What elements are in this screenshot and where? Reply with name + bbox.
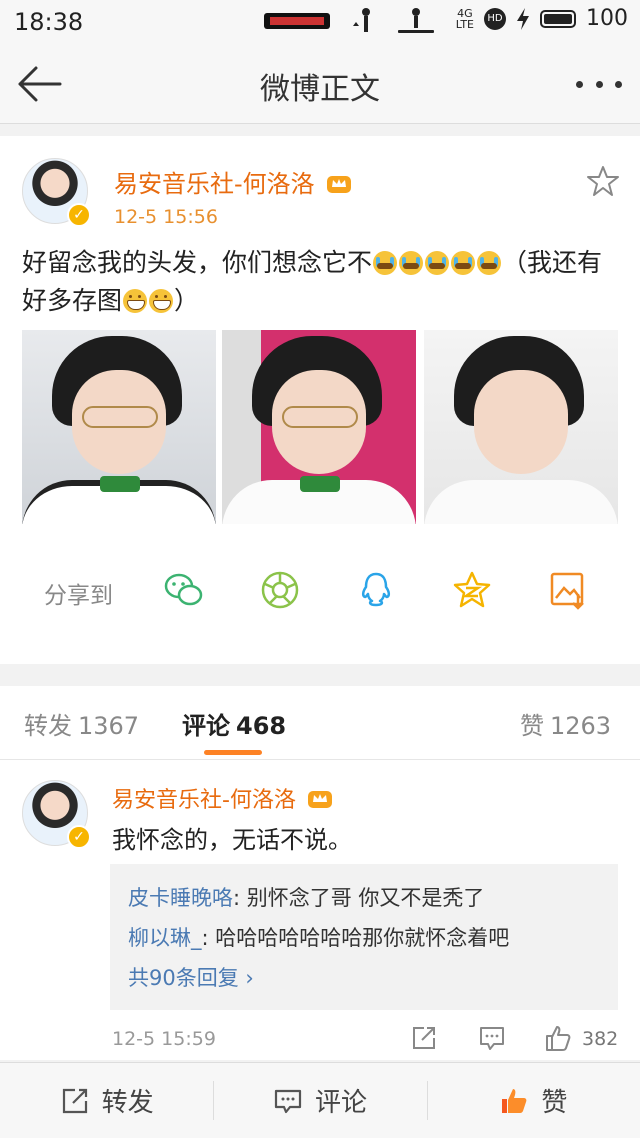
dot-icon xyxy=(576,80,583,88)
avatar[interactable]: ✓ xyxy=(22,780,91,849)
tab-comments[interactable]: 评论 468 xyxy=(182,706,286,741)
more-options-button[interactable] xyxy=(576,74,622,94)
network-indicator: 4G LTE xyxy=(455,6,474,31)
reply-item[interactable]: 皮卡睡晚咯: 别怀念了哥 你又不是秃了 xyxy=(128,878,600,918)
grinning-emoji-icon xyxy=(149,289,174,313)
crying-emoji-icon xyxy=(451,251,476,275)
favorite-star-icon[interactable] xyxy=(586,164,620,198)
crying-emoji-icon xyxy=(425,251,450,275)
figure-icon xyxy=(353,8,370,32)
crying-emoji-icon xyxy=(373,251,398,275)
moments-icon[interactable] xyxy=(260,570,300,610)
game-logo-icon xyxy=(264,13,330,29)
post-author[interactable]: 易安音乐社-何洛洛 xyxy=(114,164,352,199)
grinning-emoji-icon xyxy=(123,289,148,313)
verified-badge-icon: ✓ xyxy=(67,203,91,227)
comment-text: 我怀念的，无话不说。 xyxy=(112,826,352,854)
post-text: 好留念我的头发，你们想念它不 （我还有好多存图） xyxy=(22,244,622,320)
repost-label: 转发 xyxy=(101,1088,154,1118)
qq-icon[interactable] xyxy=(356,570,396,610)
bottom-toolbar: 转发 评论 赞 xyxy=(0,1062,640,1138)
skateboard-icon xyxy=(398,8,434,33)
qzone-icon[interactable] xyxy=(452,570,492,610)
verified-badge-icon: ✓ xyxy=(67,825,91,849)
post-photo-1[interactable] xyxy=(22,330,216,524)
charging-icon xyxy=(517,7,529,30)
hd-icon: HD xyxy=(484,7,506,30)
like-button[interactable]: 赞 xyxy=(426,1063,640,1138)
status-right: 4G LTE HD 100 xyxy=(456,6,628,31)
reply-text: : 别怀念了哥 你又不是秃了 xyxy=(233,886,485,910)
author-name[interactable]: 易安音乐社-何洛洛 xyxy=(112,788,296,813)
comment-item: ✓ 易安音乐社-何洛洛 我怀念的，无话不说。 皮卡睡晚咯: 别怀念了哥 你又不是… xyxy=(0,760,640,1060)
active-tab-indicator xyxy=(204,750,262,755)
post-photo-2[interactable] xyxy=(222,330,416,524)
reply-author[interactable]: 柳以琳_ xyxy=(128,926,202,950)
comment-icon xyxy=(274,1089,302,1113)
more-replies-link[interactable]: 共90条回复 › xyxy=(128,958,600,998)
thumbs-up-icon[interactable] xyxy=(544,1024,572,1052)
save-image-icon[interactable] xyxy=(548,570,588,610)
share-row: 分享到 xyxy=(0,560,640,620)
dot-icon xyxy=(615,80,622,88)
battery-icon xyxy=(540,9,576,28)
battery-level: 100 xyxy=(586,6,628,31)
page-title: 微博正文 xyxy=(260,72,380,107)
wechat-icon[interactable] xyxy=(164,570,204,610)
reply-item[interactable]: 柳以琳_: 哈哈哈哈哈哈哈那你就怀念着吧 xyxy=(128,918,600,958)
post-photo-3[interactable] xyxy=(424,330,618,524)
comment-label: 评论 xyxy=(314,1088,367,1118)
repost-icon[interactable] xyxy=(410,1024,438,1052)
crown-vip-icon xyxy=(327,176,352,193)
share-label: 分享到 xyxy=(44,583,113,609)
repost-button[interactable]: 转发 xyxy=(0,1063,213,1138)
thumbs-up-icon xyxy=(502,1088,527,1113)
status-bar: 18:38 4G LTE HD 100 xyxy=(0,0,640,44)
dot-icon xyxy=(595,80,603,88)
reply-box[interactable]: 皮卡睡晚咯: 别怀念了哥 你又不是秃了 柳以琳_: 哈哈哈哈哈哈哈那你就怀念着吧… xyxy=(110,864,618,1010)
author-name[interactable]: 易安音乐社-何洛洛 xyxy=(114,170,315,198)
comment-like-count: 382 xyxy=(582,1028,619,1050)
post-time: 12-5 15:56 xyxy=(114,206,218,228)
comment-button[interactable]: 评论 xyxy=(213,1063,426,1138)
comment-time: 12-5 15:59 xyxy=(112,1028,216,1050)
like-label: 赞 xyxy=(541,1088,568,1118)
post-card: ✓ 易安音乐社-何洛洛 12-5 15:56 好留念我的头发，你们想念它不 （我还… xyxy=(0,136,640,664)
comment-icon[interactable] xyxy=(478,1024,506,1052)
reply-author[interactable]: 皮卡睡晚咯 xyxy=(128,886,233,910)
crown-vip-icon xyxy=(307,791,332,808)
nav-bar: 微博正文 xyxy=(0,44,640,124)
post-text-part: ） xyxy=(174,286,200,315)
clock: 18:38 xyxy=(14,8,84,36)
post-text-part: 好留念我的头发，你们想念它不 xyxy=(22,248,373,277)
notification-icons xyxy=(262,6,438,36)
tab-likes[interactable]: 赞 1263 xyxy=(520,706,611,741)
avatar[interactable]: ✓ xyxy=(22,158,91,227)
tab-repost[interactable]: 转发 1367 xyxy=(24,706,139,741)
interaction-tabs: 转发 1367 评论 468 赞 1263 xyxy=(0,686,640,760)
comment-author[interactable]: 易安音乐社-何洛洛 xyxy=(112,782,333,814)
repost-icon xyxy=(62,1088,87,1113)
crying-emoji-icon xyxy=(399,251,424,275)
reply-text: : 哈哈哈哈哈哈哈那你就怀念着吧 xyxy=(201,926,510,950)
crying-emoji-icon xyxy=(477,251,502,275)
